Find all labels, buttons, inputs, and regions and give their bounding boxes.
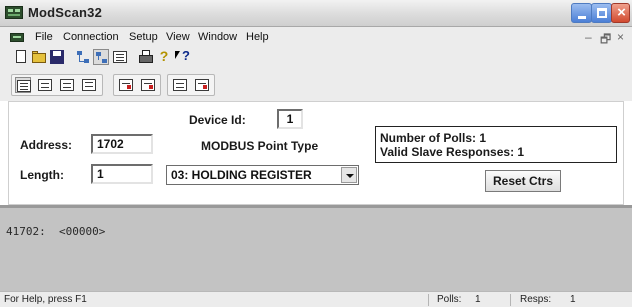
reset-counters-button[interactable]: Reset Ctrs [485,170,561,192]
modscan-app-icon[interactable] [5,6,23,19]
point-type-select[interactable]: 03: HOLDING REGISTER [166,165,359,185]
status-polls-value: 1 [475,294,481,305]
length-input[interactable]: 1 [91,164,153,184]
status-help-text: For Help, press F1 [4,294,87,305]
window-title: ModScan32 [28,5,103,20]
device-id-label: Device Id: [189,113,246,127]
mdi-close-button[interactable]: × [617,30,624,44]
status-divider [510,294,511,306]
menu-window[interactable]: Window [198,31,237,43]
close-icon: × [617,4,626,21]
display-swap-group [113,74,161,96]
length-label: Length: [20,168,64,182]
valid-slave-responses: Valid Slave Responses: 1 [380,145,525,159]
display-hex-icon[interactable] [59,77,75,93]
display-format-group [11,74,103,96]
menu-file[interactable]: File [35,31,53,43]
display-double-icon[interactable] [140,77,156,93]
number-of-polls: Number of Polls: 1 [380,131,487,145]
title-bar[interactable]: ModScan32 × [0,0,632,27]
display-swapped-icon[interactable] [118,77,134,93]
maximize-icon [597,8,607,18]
disconnect-network-icon[interactable] [93,49,109,65]
menu-help[interactable]: Help [246,31,269,43]
minimize-icon [578,16,586,19]
print-icon[interactable] [138,49,154,65]
register-value-line[interactable]: 41702: <00000> [6,225,105,238]
status-divider [428,294,429,306]
menu-connection[interactable]: Connection [63,31,119,43]
new-document-icon[interactable] [13,49,29,65]
open-folder-icon[interactable] [31,49,47,65]
menu-view[interactable]: View [166,31,190,43]
display-traffic-icon[interactable] [194,77,210,93]
register-data-view[interactable]: 41702: <00000> [0,205,632,291]
minimize-button[interactable] [571,3,592,23]
status-resps-label: Resps: [520,294,552,305]
main-toolbar: ? ? [0,47,632,71]
connect-network-icon[interactable] [75,49,91,65]
mdi-minimize-button[interactable]: – [585,30,592,44]
display-traffic-group [167,74,215,96]
document-system-menu-icon[interactable] [10,33,24,42]
address-label: Address: [20,138,73,152]
close-button[interactable]: × [611,3,630,23]
address-input[interactable]: 1702 [91,134,153,154]
poll-statistics-box: Number of Polls: 1 Valid Slave Responses… [375,126,617,163]
context-help-icon[interactable]: ? [174,48,190,65]
menu-setup[interactable]: Setup [129,31,158,43]
maximize-button[interactable] [591,3,612,23]
help-icon[interactable]: ? [156,48,172,65]
device-id-input[interactable]: 1 [277,109,303,129]
display-decimal-icon[interactable] [37,77,53,93]
chevron-down-icon[interactable] [341,167,357,183]
save-disk-icon[interactable] [49,49,65,65]
status-resps-value: 1 [570,294,576,305]
display-toolbar [0,71,632,101]
status-bar: For Help, press F1 Polls: 1 Resps: 1 [0,291,632,307]
status-polls-label: Polls: [437,294,462,305]
menu-bar: File Connection Setup View Window Help –… [0,27,632,47]
scan-settings-panel: Address: 1702 Length: 1 Device Id: 1 MOD… [8,101,624,205]
display-options-icon[interactable] [112,49,128,65]
point-type-selected: 03: HOLDING REGISTER [171,168,312,182]
display-float-icon[interactable] [81,77,97,93]
display-binary-icon[interactable] [15,77,31,93]
point-type-label: MODBUS Point Type [201,139,319,153]
display-protocol-icon[interactable] [172,77,188,93]
